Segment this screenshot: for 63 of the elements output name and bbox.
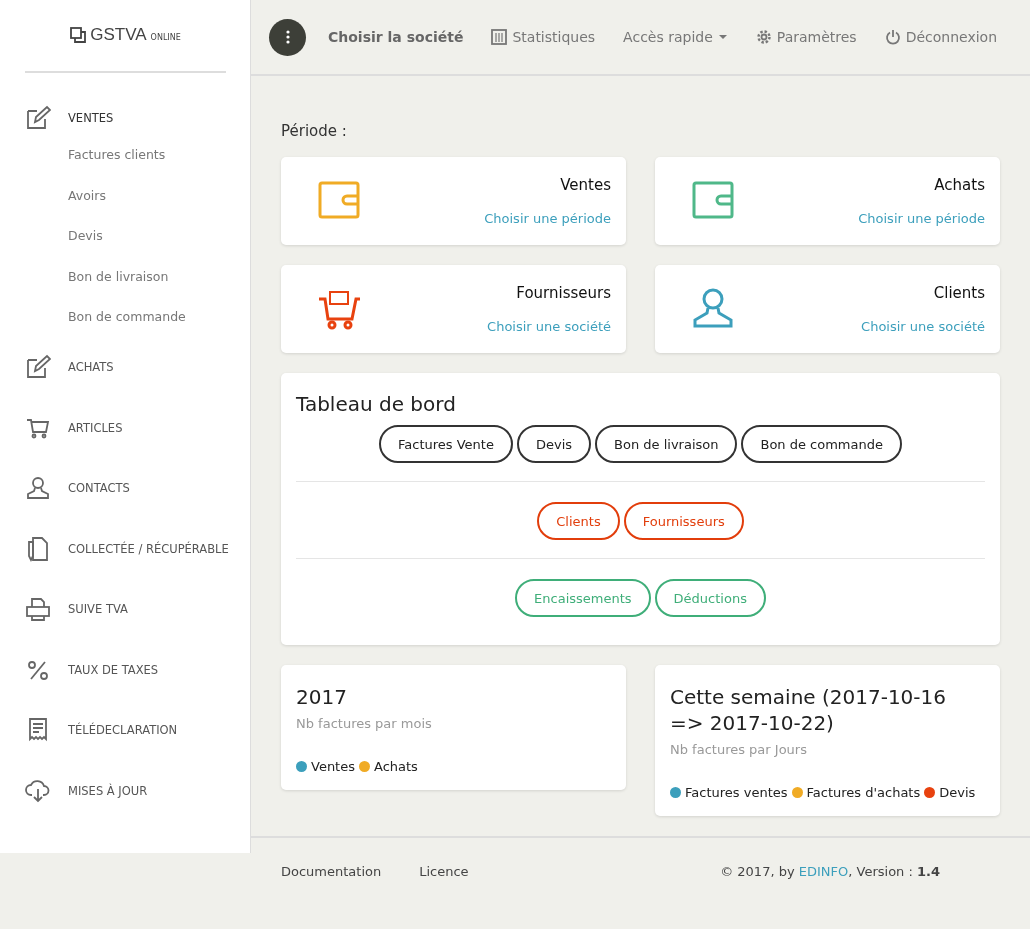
document-icon — [25, 535, 51, 562]
card-link[interactable]: Choisir une société — [487, 319, 611, 334]
sidebar-subitem[interactable]: Bon de commande — [0, 296, 250, 337]
chart-icon — [491, 29, 508, 45]
card-title: Ventes — [560, 176, 611, 194]
legend-label: Achats — [374, 759, 418, 774]
card-link[interactable]: Choisir une société — [861, 319, 985, 334]
filter-button[interactable]: Devis — [516, 425, 592, 463]
filter-button[interactable]: Déductions — [654, 579, 766, 617]
filter-button[interactable]: Fournisseurs — [623, 502, 744, 540]
sidebar-item[interactable]: COLLECTÉE / RÉCUPÉRABLE — [0, 518, 250, 579]
stats-subtitle: Nb factures par mois — [296, 716, 433, 731]
stats-title: 2017 — [296, 684, 348, 710]
footer-link[interactable]: EDINFO — [798, 864, 849, 879]
dashboard-title: Tableau de bord — [296, 392, 457, 416]
footer-link[interactable]: Documentation — [281, 864, 382, 879]
card-link[interactable]: Choisir une période — [484, 211, 611, 226]
sidebar-item[interactable]: ARTICLES — [0, 397, 250, 458]
filter-button[interactable]: Bon de commande — [741, 425, 902, 463]
sidebar-subitem[interactable]: Devis — [0, 215, 250, 256]
legend-label: Ventes — [311, 759, 355, 774]
cloud-download-icon — [25, 777, 51, 804]
nav-link[interactable]: Choisir la société — [328, 29, 464, 45]
legend-label: Factures d'achats — [806, 785, 921, 800]
menu-button[interactable] — [269, 18, 306, 56]
filter-button[interactable]: Factures Vente — [379, 425, 513, 463]
power-icon — [884, 29, 901, 45]
logo-suffix: ONLINE — [150, 33, 181, 42]
sidebar-subitem[interactable]: Bon de livraison — [0, 256, 250, 297]
dots-icon — [284, 30, 291, 44]
caret-icon — [717, 34, 728, 40]
sidebar-item[interactable]: TÉLÉDECLARATION — [0, 700, 250, 761]
sidebar-item[interactable]: TAUX DE TAXES — [0, 639, 250, 700]
nav-link[interactable]: Déconnexion — [884, 29, 998, 45]
sidebar-item[interactable]: SUIVE TVA — [0, 579, 250, 640]
stats-subtitle: Nb factures par Jours — [670, 742, 808, 757]
nav-link[interactable]: Accès rapide — [623, 29, 728, 45]
nav-link[interactable]: Paramètres — [755, 29, 857, 45]
pencil-icon — [25, 105, 51, 132]
legend-label: Devis — [939, 785, 976, 800]
sidebar-subitem[interactable]: Avoirs — [0, 175, 250, 216]
card-title: Fournisseurs — [516, 284, 611, 302]
filter-button[interactable]: Encaissements — [515, 579, 651, 617]
card-title: Achats — [934, 176, 985, 194]
card-link[interactable]: Choisir une période — [858, 211, 985, 226]
card-title: Clients — [933, 284, 985, 302]
sidebar-item[interactable]: ACHATS — [0, 337, 250, 398]
logo-icon — [70, 27, 87, 43]
person-icon — [25, 475, 51, 502]
nav-link[interactable]: Statistiques — [491, 29, 596, 45]
footer-link[interactable]: Licence — [419, 864, 469, 879]
stats-title: Cette semaine (2017-10-16 => 2017-10-22) — [670, 684, 947, 736]
settings-icon — [755, 29, 772, 45]
filter-button[interactable]: Bon de livraison — [595, 425, 738, 463]
footer-credit: © 2017, by EDINFO, Version : 1.4 — [720, 864, 940, 879]
pencil-icon — [25, 354, 51, 381]
period-label: Période : — [281, 122, 348, 140]
sidebar-item[interactable]: CONTACTS — [0, 458, 250, 519]
printer-icon — [25, 596, 51, 623]
legend-label: Factures ventes — [685, 785, 788, 800]
logo-name: GSTVA — [90, 25, 147, 45]
sidebar-item[interactable]: MISES À JOUR — [0, 760, 250, 821]
filter-button[interactable]: Clients — [537, 502, 620, 540]
